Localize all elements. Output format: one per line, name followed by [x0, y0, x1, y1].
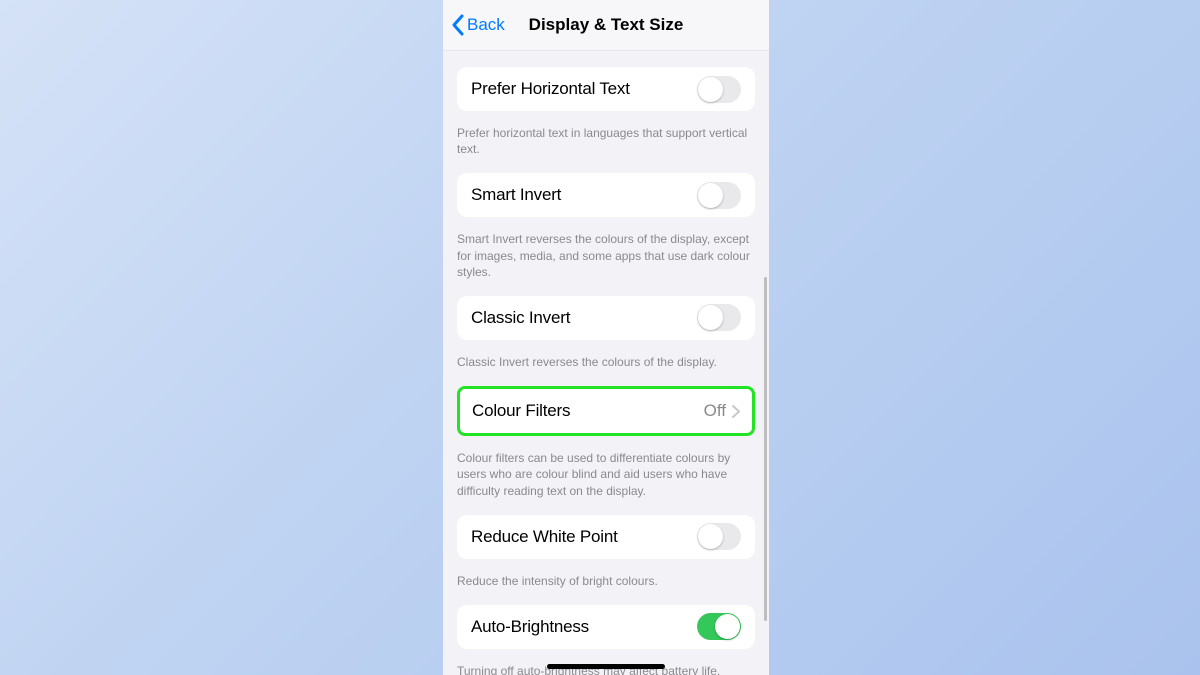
prefer-horizontal-text-caption: Prefer horizontal text in languages that…: [443, 119, 769, 173]
navigation-bar: Back Display & Text Size: [443, 0, 769, 51]
reduce-white-point-row[interactable]: Reduce White Point: [457, 515, 755, 559]
auto-brightness-row[interactable]: Auto-Brightness: [457, 605, 755, 649]
reduce-white-point-toggle[interactable]: [697, 523, 741, 550]
row-title: Colour Filters: [472, 401, 570, 421]
prefer-horizontal-text-row[interactable]: Prefer Horizontal Text: [457, 67, 755, 111]
row-title: Auto-Brightness: [471, 617, 589, 637]
row-title: Classic Invert: [471, 308, 570, 328]
row-title: Reduce White Point: [471, 527, 618, 547]
prefer-horizontal-text-toggle[interactable]: [697, 76, 741, 103]
home-indicator[interactable]: [547, 664, 665, 669]
smart-invert-toggle[interactable]: [697, 182, 741, 209]
row-title: Prefer Horizontal Text: [471, 79, 630, 99]
classic-invert-caption: Classic Invert reverses the colours of t…: [443, 348, 769, 386]
colour-filters-value: Off: [704, 401, 726, 421]
colour-filters-caption: Colour filters can be used to differenti…: [443, 444, 769, 515]
back-button[interactable]: Back: [451, 14, 505, 36]
scrollbar[interactable]: [764, 277, 767, 621]
smart-invert-row[interactable]: Smart Invert: [457, 173, 755, 217]
scroll-content[interactable]: Prefer Horizontal Text Prefer horizontal…: [443, 51, 769, 675]
reduce-white-point-caption: Reduce the intensity of bright colours.: [443, 567, 769, 605]
row-title: Smart Invert: [471, 185, 561, 205]
classic-invert-row[interactable]: Classic Invert: [457, 296, 755, 340]
auto-brightness-toggle[interactable]: [697, 613, 741, 640]
classic-invert-toggle[interactable]: [697, 304, 741, 331]
colour-filters-row[interactable]: Colour Filters Off: [457, 386, 755, 436]
smart-invert-caption: Smart Invert reverses the colours of the…: [443, 225, 769, 296]
chevron-right-icon: [732, 405, 740, 418]
settings-screen: Back Display & Text Size Prefer Horizont…: [443, 0, 769, 675]
chevron-left-icon: [451, 14, 465, 36]
back-label: Back: [467, 15, 505, 35]
